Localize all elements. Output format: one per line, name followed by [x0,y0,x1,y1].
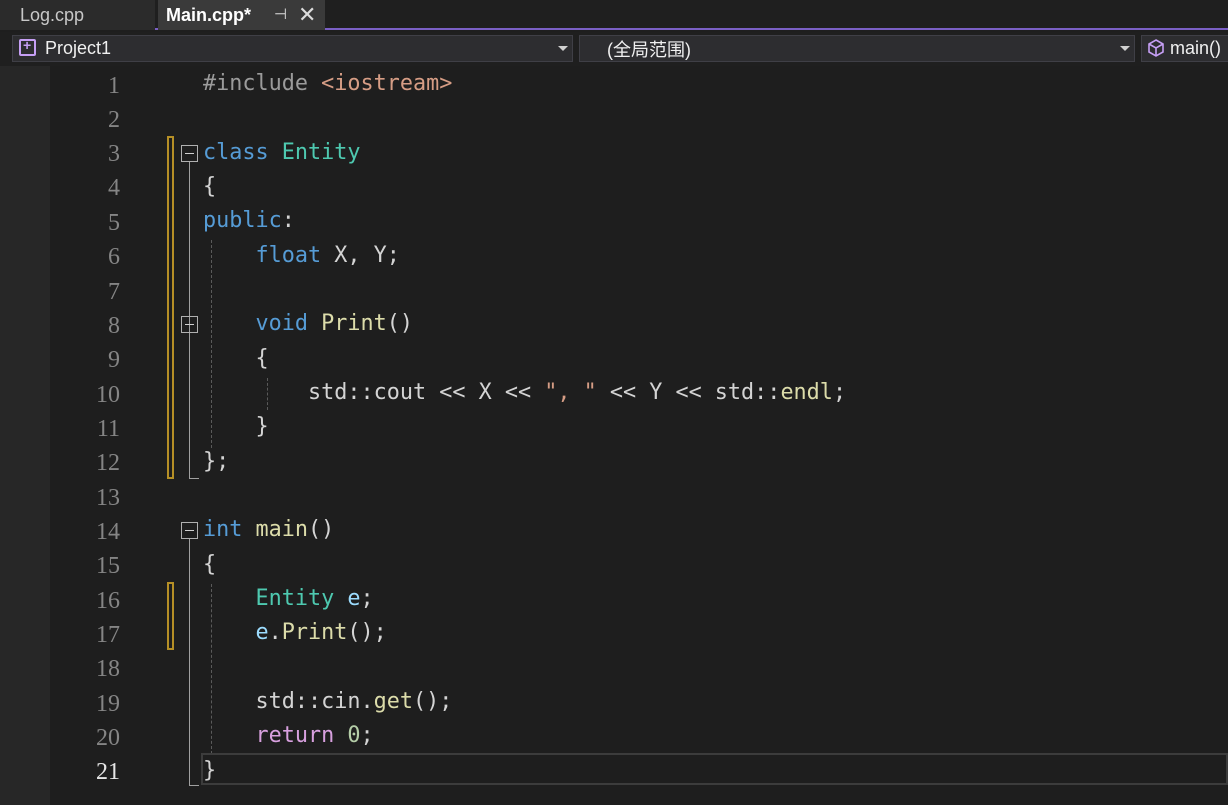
line-number: 1 [108,73,120,99]
fold-line-end [189,478,199,479]
indicator-margin [0,66,50,805]
code-line: public: [203,208,295,233]
code-line: #include <iostream> [203,71,453,96]
change-marker [167,582,174,650]
collapse-icon[interactable] [181,316,198,333]
scope-label: (全局范围) [607,39,691,60]
chevron-down-icon [558,46,568,51]
code-line: } [203,414,269,439]
line-number: 10 [96,382,120,408]
line-number: 12 [96,450,120,476]
line-number: 4 [108,175,120,201]
scope-dropdown[interactable]: (全局范围) [579,35,1135,62]
tab-label: Log.cpp [20,4,85,25]
tab-log-cpp[interactable]: Log.cpp [0,0,155,30]
code-line: std::cout << X << ", " << Y << std::endl… [203,380,847,405]
document-tab-strip: Log.cpp Main.cpp* ⊣ ✕ [0,0,1228,30]
current-line-highlight [201,753,1228,785]
line-number: 17 [96,622,120,648]
line-number: 20 [96,725,120,751]
project-dropdown[interactable]: Project1 [12,35,573,62]
navigation-bar: Project1 (全局范围) main() [0,32,1228,66]
line-number: 2 [108,107,120,133]
line-number: 14 [96,519,120,545]
close-icon[interactable]: ✕ [298,2,316,28]
line-number: 18 [96,656,120,682]
code-line: void Print() [255,311,414,336]
member-dropdown[interactable]: main() [1141,35,1228,62]
line-number: 9 [108,347,120,373]
code-line: Entity e; [255,586,374,611]
line-number: 13 [96,485,120,511]
change-marker [167,136,174,479]
line-number-current: 21 [96,759,120,785]
code-line: } [203,758,217,783]
line-number: 11 [96,416,120,442]
code-line: { [203,346,269,371]
project-icon [19,37,36,56]
line-number: 3 [108,141,120,167]
code-line: class Entity [203,140,361,165]
code-line: }; [203,449,230,474]
line-number: 19 [96,691,120,717]
fold-line [189,539,190,785]
code-line: e.Print(); [255,620,387,645]
member-label: main() [1170,38,1222,58]
project-label: Project1 [45,38,112,58]
code-line: return 0; [255,723,374,748]
line-number: 15 [96,553,120,579]
line-number: 8 [108,313,120,339]
line-number: 6 [108,244,120,270]
collapse-icon[interactable] [181,145,198,162]
fold-line-end [189,785,199,786]
chevron-down-icon [1120,46,1130,51]
code-line: int main() [203,517,335,542]
code-line: float X, Y; [255,243,400,268]
pin-icon[interactable]: ⊣ [274,5,287,23]
code-line: { [203,552,217,577]
collapse-icon[interactable] [181,522,198,539]
tab-main-cpp[interactable]: Main.cpp* ⊣ ✕ [158,0,325,30]
line-number: 5 [108,210,120,236]
cube-icon [1148,39,1164,57]
line-number: 16 [96,588,120,614]
code-line: { [203,174,217,199]
line-number: 7 [108,279,120,305]
tab-label: Main.cpp* [166,4,252,25]
code-line: std::cin.get(); [203,689,453,714]
